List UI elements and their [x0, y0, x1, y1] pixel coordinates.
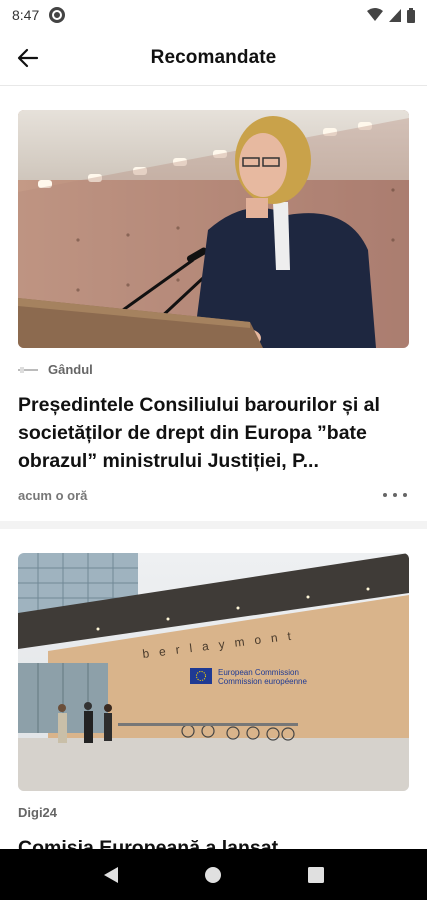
dot-icon	[403, 493, 407, 497]
nav-recents-button[interactable]	[296, 855, 336, 895]
nav-back-button[interactable]	[91, 855, 131, 895]
more-options-button[interactable]	[381, 485, 409, 505]
status-bar: 8:47	[0, 0, 427, 30]
article-card[interactable]: Gândul Președintele Consiliului barouril…	[0, 86, 427, 521]
app-notification-icon	[49, 7, 66, 23]
system-nav-bar	[0, 849, 427, 900]
article-meta: acum o oră	[18, 485, 409, 505]
source-logo-icon	[18, 366, 38, 373]
article-card[interactable]: berlaymont European Commission Commissio…	[0, 529, 427, 849]
square-recents-icon	[307, 866, 324, 883]
dot-icon	[393, 493, 397, 497]
triangle-back-icon	[104, 866, 119, 883]
article-image[interactable]: berlaymont European Commission Commissio…	[18, 553, 409, 791]
status-time: 8:47	[12, 7, 40, 23]
eu-sign-line2: Commission européenne	[218, 677, 307, 686]
article-source: Gândul	[18, 362, 409, 377]
status-icons	[367, 7, 415, 23]
cell-signal-icon	[389, 8, 401, 22]
page-title: Recomandate	[150, 46, 277, 68]
wifi-icon	[367, 8, 383, 21]
article-headline[interactable]: Președintele Consiliului barourilor și a…	[18, 391, 409, 475]
back-button[interactable]	[12, 42, 44, 74]
article-source: Digi24	[18, 805, 409, 820]
article-time: acum o oră	[18, 487, 88, 503]
battery-icon	[407, 7, 415, 23]
nav-home-button[interactable]	[193, 855, 233, 895]
dot-icon	[383, 493, 387, 497]
app-bar: Recomandate	[0, 30, 427, 86]
article-headline[interactable]: Comisia Europeană a lansat	[18, 834, 409, 849]
source-name: Gândul	[48, 362, 93, 377]
article-image[interactable]	[18, 110, 409, 348]
article-feed[interactable]: Gândul Președintele Consiliului barouril…	[0, 86, 427, 849]
arrow-left-icon	[17, 48, 39, 68]
source-name: Digi24	[18, 805, 58, 820]
circle-home-icon	[205, 866, 222, 883]
eu-sign-line1: European Commission	[218, 668, 299, 677]
